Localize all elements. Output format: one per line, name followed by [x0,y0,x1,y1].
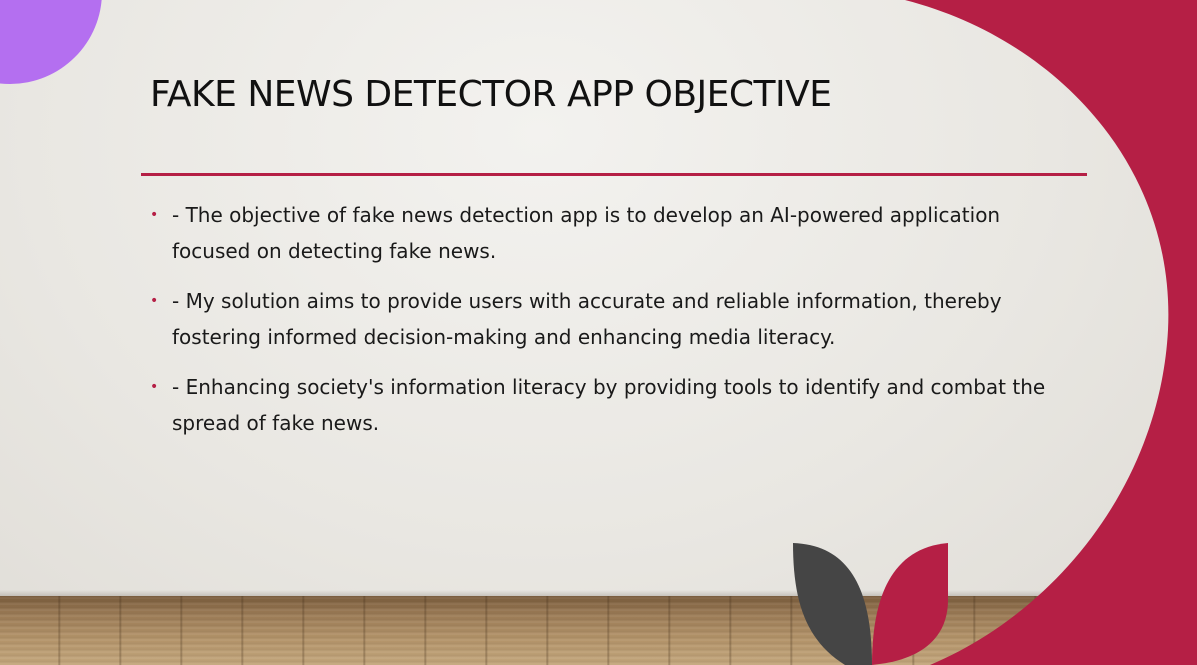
dark-leaf-shape [793,543,872,665]
purple-circle-shape [0,0,102,84]
bullet-dot-icon: • [150,207,159,223]
bullet-text: - Enhancing society's information litera… [172,375,1046,435]
bullet-item: • - The objective of fake news detection… [150,197,1050,269]
bullet-dot-icon: • [150,379,159,395]
bullet-text: - The objective of fake news detection a… [172,203,1001,263]
slide-title: FAKE NEWS DETECTOR APP OBJECTIVE [150,74,832,115]
title-divider [141,173,1087,176]
crimson-leaf-shape [872,543,948,665]
slide: FAKE NEWS DETECTOR APP OBJECTIVE • - The… [0,0,1197,665]
bullet-list: • - The objective of fake news detection… [150,197,1050,455]
bullet-text: - My solution aims to provide users with… [172,289,1002,349]
bullet-dot-icon: • [150,293,159,309]
bullet-item: • - Enhancing society's information lite… [150,369,1050,441]
bullet-item: • - My solution aims to provide users wi… [150,283,1050,355]
